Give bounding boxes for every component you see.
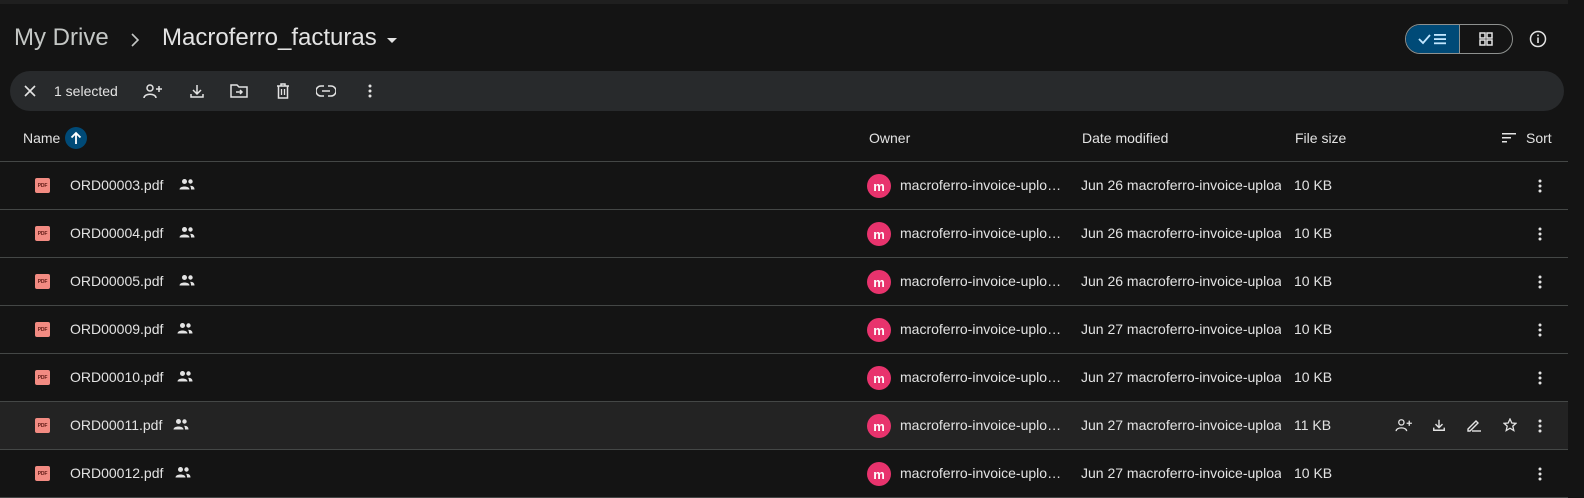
- more-vert-icon[interactable]: [1536, 174, 1544, 198]
- file-date-modified: Jun 27 macroferro-invoice-uploader: [1081, 321, 1281, 337]
- column-owner[interactable]: Owner: [869, 130, 910, 146]
- file-owner: macroferro-invoice-uploader: [900, 225, 1068, 241]
- file-name: ORD00004.pdf: [70, 225, 164, 241]
- pdf-icon: PDF: [35, 322, 50, 337]
- owner-avatar: m: [867, 414, 891, 438]
- rename-icon[interactable]: [1463, 414, 1485, 436]
- file-owner: macroferro-invoice-uploader: [900, 417, 1068, 433]
- file-date-modified: Jun 26 macroferro-invoice-uploader: [1081, 225, 1281, 241]
- shared-people-icon: [177, 322, 193, 336]
- file-name: ORD00009.pdf: [70, 321, 164, 337]
- file-row[interactable]: PDF ORD00004.pdf m macroferro-invoice-up…: [0, 210, 1568, 258]
- view-toggle: [1405, 24, 1513, 54]
- selection-toolbar: 1 selected: [10, 71, 1564, 111]
- download-icon[interactable]: [185, 79, 209, 103]
- info-icon[interactable]: [1527, 28, 1549, 50]
- owner-avatar: m: [867, 174, 891, 198]
- file-date-modified: Jun 26 macroferro-invoice-uploader: [1081, 177, 1281, 193]
- shared-people-icon: [175, 466, 191, 480]
- file-name: ORD00003.pdf: [70, 177, 164, 193]
- file-date-modified: Jun 26 macroferro-invoice-uploader: [1081, 273, 1281, 289]
- file-name: ORD00011.pdf: [70, 417, 163, 433]
- pdf-icon: PDF: [35, 274, 50, 289]
- file-size: 10 KB: [1294, 273, 1333, 289]
- sort-label: Sort: [1526, 130, 1552, 146]
- pdf-icon: PDF: [35, 178, 50, 193]
- file-row[interactable]: PDF ORD00012.pdf m macroferro-invoice-up…: [0, 450, 1568, 498]
- share-icon[interactable]: [1393, 414, 1415, 436]
- more-vert-icon[interactable]: [1536, 222, 1544, 246]
- shared-people-icon: [173, 418, 189, 432]
- column-headers: Name Owner Date modified File size Sort: [0, 118, 1568, 162]
- file-name: ORD00005.pdf: [70, 273, 164, 289]
- file-row[interactable]: PDF ORD00009.pdf m macroferro-invoice-up…: [0, 306, 1568, 354]
- file-owner: macroferro-invoice-uploader: [900, 321, 1068, 337]
- trash-icon[interactable]: [271, 79, 295, 103]
- file-row[interactable]: PDF ORD00011.pdf m macroferro-invoice-up…: [0, 402, 1568, 450]
- drive-page: My Drive Macroferro_facturas 1 selected …: [0, 0, 1568, 498]
- pdf-icon: PDF: [35, 226, 50, 241]
- owner-avatar: m: [867, 366, 891, 390]
- share-icon[interactable]: [141, 79, 165, 103]
- shared-people-icon: [179, 274, 195, 288]
- file-owner: macroferro-invoice-uploader: [900, 273, 1068, 289]
- file-name: ORD00010.pdf: [70, 369, 164, 385]
- arrow-up-icon[interactable]: [65, 127, 87, 149]
- pdf-icon: PDF: [35, 370, 50, 385]
- shared-people-icon: [179, 178, 195, 192]
- download-icon[interactable]: [1428, 414, 1450, 436]
- caret-down-icon: [386, 37, 397, 43]
- more-vert-icon[interactable]: [1536, 318, 1544, 342]
- shared-people-icon: [177, 370, 193, 384]
- column-date-modified[interactable]: Date modified: [1082, 130, 1168, 146]
- file-size: 11 KB: [1294, 417, 1332, 433]
- move-icon[interactable]: [227, 79, 251, 103]
- selected-count: 1 selected: [54, 83, 118, 99]
- owner-avatar: m: [867, 462, 891, 486]
- file-owner: macroferro-invoice-uploader: [900, 177, 1068, 193]
- folder-title: Macroferro_facturas: [162, 24, 377, 51]
- file-size: 10 KB: [1294, 177, 1333, 193]
- shared-people-icon: [179, 226, 195, 240]
- file-date-modified: Jun 27 macroferro-invoice-uploader: [1081, 417, 1281, 433]
- file-row[interactable]: PDF ORD00005.pdf m macroferro-invoice-up…: [0, 258, 1568, 306]
- breadcrumb-my-drive[interactable]: My Drive: [14, 24, 109, 52]
- more-vert-icon[interactable]: [1536, 462, 1544, 486]
- file-row[interactable]: PDF ORD00010.pdf m macroferro-invoice-up…: [0, 354, 1568, 402]
- column-file-size[interactable]: File size: [1295, 130, 1346, 146]
- grid-icon: [1479, 32, 1493, 46]
- file-date-modified: Jun 27 macroferro-invoice-uploader: [1081, 369, 1281, 385]
- link-icon[interactable]: [314, 79, 338, 103]
- star-icon[interactable]: [1499, 414, 1521, 436]
- file-size: 10 KB: [1294, 369, 1333, 385]
- check-list-icon: [1418, 34, 1447, 45]
- sort-icon: [1502, 133, 1516, 143]
- pdf-icon: PDF: [35, 418, 50, 433]
- header: My Drive Macroferro_facturas: [0, 20, 1568, 60]
- top-strip: [0, 0, 1568, 4]
- grid-view-button[interactable]: [1458, 25, 1513, 53]
- file-size: 10 KB: [1294, 225, 1333, 241]
- sort-button[interactable]: Sort: [1502, 130, 1552, 146]
- more-vert-icon[interactable]: [358, 79, 382, 103]
- close-icon[interactable]: [18, 79, 42, 103]
- more-vert-icon[interactable]: [1536, 414, 1544, 438]
- owner-avatar: m: [867, 270, 891, 294]
- list-view-button[interactable]: [1406, 25, 1459, 53]
- breadcrumb-current-folder[interactable]: Macroferro_facturas: [162, 24, 397, 52]
- owner-avatar: m: [867, 222, 891, 246]
- more-vert-icon[interactable]: [1536, 270, 1544, 294]
- file-size: 10 KB: [1294, 321, 1333, 337]
- file-list: PDF ORD00003.pdf m macroferro-invoice-up…: [0, 162, 1568, 498]
- file-owner: macroferro-invoice-uploader: [900, 369, 1068, 385]
- file-row[interactable]: PDF ORD00003.pdf m macroferro-invoice-up…: [0, 162, 1568, 210]
- owner-avatar: m: [867, 318, 891, 342]
- column-name[interactable]: Name: [23, 130, 60, 146]
- more-vert-icon[interactable]: [1536, 366, 1544, 390]
- chevron-right-icon: [128, 30, 142, 50]
